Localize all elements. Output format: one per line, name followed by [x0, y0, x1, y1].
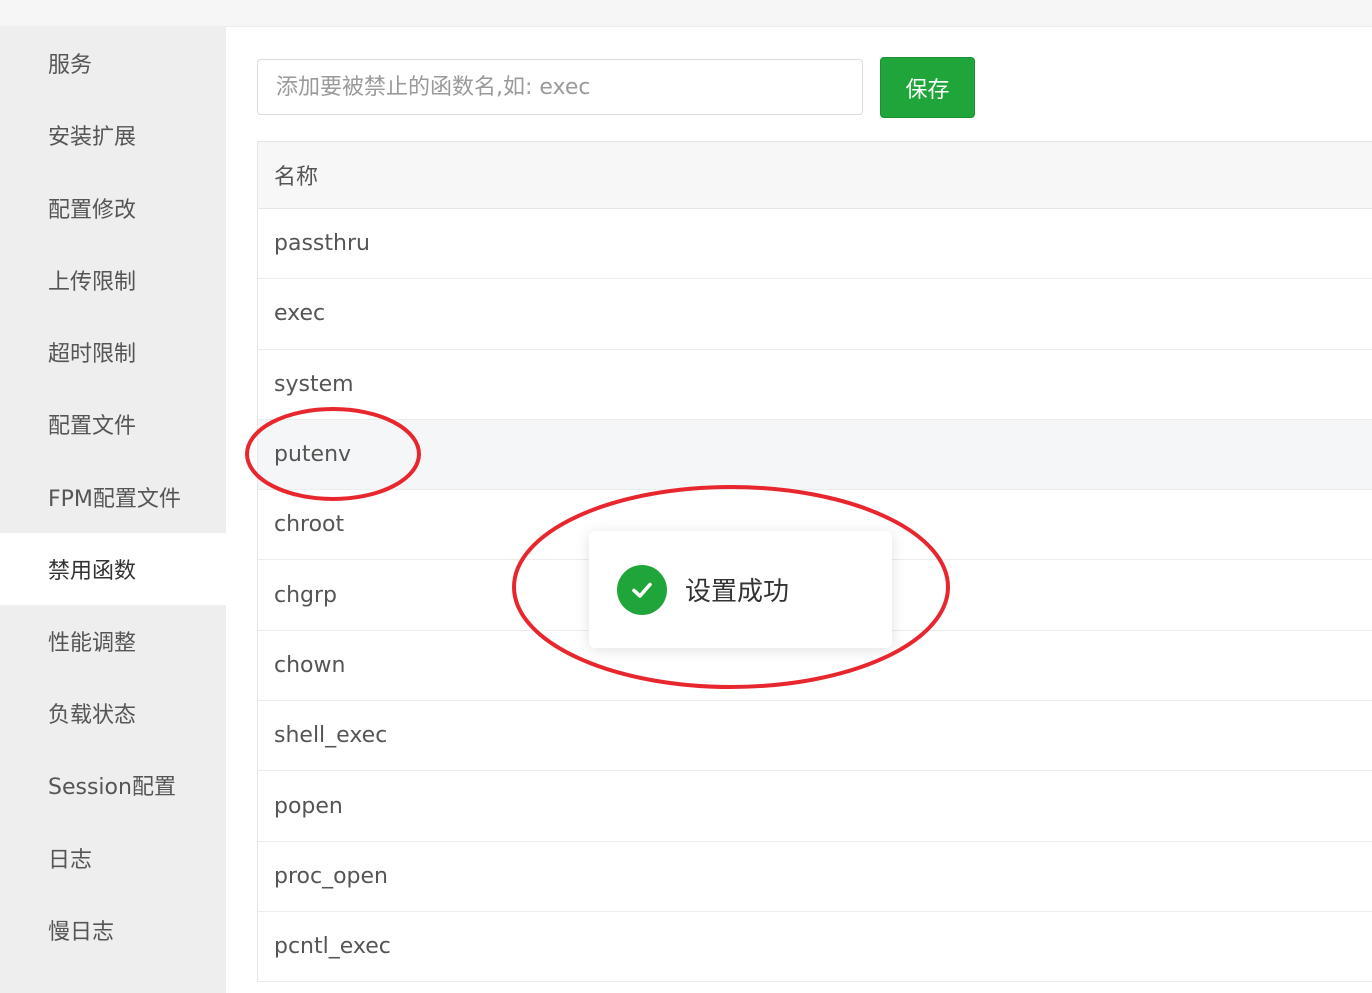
sidebar-item-disabled-functions[interactable]: 禁用函数: [0, 533, 226, 605]
success-toast: 设置成功: [589, 531, 892, 648]
sidebar-item-load-status[interactable]: 负载状态: [0, 677, 226, 749]
function-name-input[interactable]: [257, 59, 863, 115]
sidebar-item-slow-log[interactable]: 慢日志: [0, 894, 226, 966]
sidebar-item-upload-limit[interactable]: 上传限制: [0, 244, 226, 316]
table-row: putenv: [258, 419, 1372, 491]
table-row: proc_open: [258, 842, 1372, 912]
toast-message: 设置成功: [685, 577, 790, 607]
sidebar: 服务 安装扩展 配置修改 上传限制 超时限制 配置文件 FPM配置文件 禁用函数…: [0, 27, 226, 993]
table-row: shell_exec: [258, 701, 1372, 772]
sidebar-item-timeout-limit[interactable]: 超时限制: [0, 316, 226, 388]
sidebar-item-service[interactable]: 服务: [0, 27, 226, 99]
table-row: popen: [258, 771, 1372, 842]
sidebar-item-performance[interactable]: 性能调整: [0, 605, 226, 677]
table-row: passthru: [258, 209, 1372, 280]
sidebar-item-config-edit[interactable]: 配置修改: [0, 172, 226, 244]
save-button[interactable]: 保存: [880, 57, 975, 118]
sidebar-item-config-file[interactable]: 配置文件: [0, 388, 226, 460]
table-row: system: [258, 350, 1372, 420]
top-bar: [0, 0, 1372, 27]
table-row: pcntl_exec: [258, 912, 1372, 983]
main-panel: 保存 名称 passthru exec system putenv chroot…: [226, 27, 1372, 993]
sidebar-item-install-extension[interactable]: 安装扩展: [0, 99, 226, 171]
sidebar-item-session-config[interactable]: Session配置: [0, 749, 226, 821]
check-circle-icon: [617, 564, 667, 615]
sidebar-item-log[interactable]: 日志: [0, 822, 226, 894]
table-header-name: 名称: [258, 142, 1372, 209]
table-row: exec: [258, 279, 1372, 350]
sidebar-item-fpm-config[interactable]: FPM配置文件: [0, 461, 226, 533]
